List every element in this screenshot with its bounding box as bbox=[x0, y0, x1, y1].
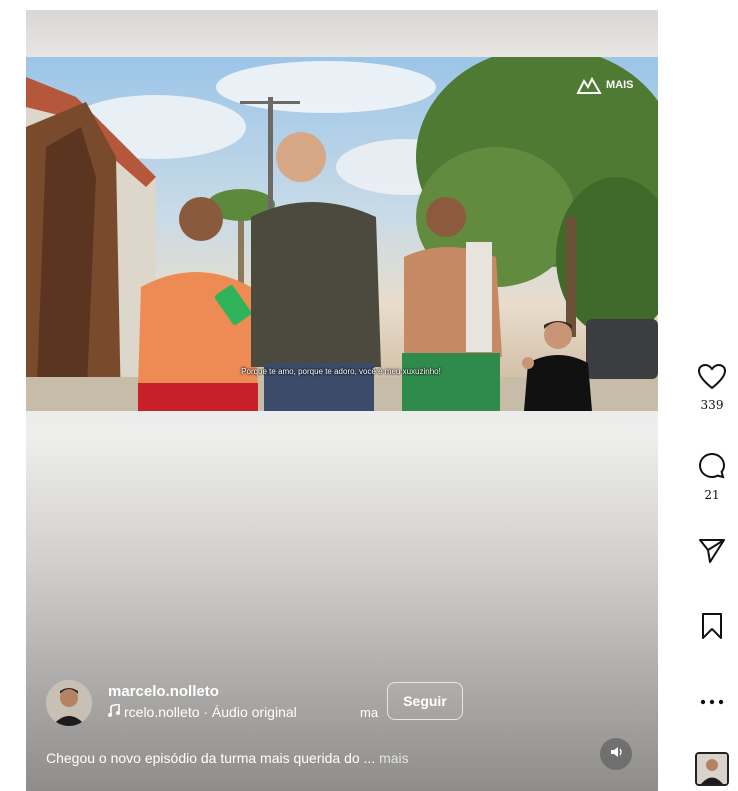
author-username[interactable]: marcelo.nolleto bbox=[108, 683, 219, 700]
logo-text: MAIS bbox=[606, 79, 634, 91]
reel-container[interactable]: MAIS Porque te amo, porque te adoro, voc… bbox=[26, 10, 658, 791]
caption-text: Chegou o novo episódio da turma mais que… bbox=[46, 750, 376, 766]
music-note-icon bbox=[108, 702, 120, 720]
channel-logo: MAIS bbox=[576, 71, 640, 97]
follow-button[interactable]: Seguir bbox=[387, 682, 463, 720]
audio-label: rcelo.nolleto · Áudio original bbox=[124, 704, 297, 720]
audio-thumbnail[interactable] bbox=[695, 752, 729, 786]
comment-icon[interactable] bbox=[698, 452, 726, 485]
sign-language-interpreter bbox=[516, 315, 598, 411]
caption[interactable]: Chegou o novo episódio da turma mais que… bbox=[46, 750, 409, 766]
audio-info[interactable]: rcelo.nolleto · Áudio original bbox=[108, 702, 297, 720]
like-action[interactable]: 339 bbox=[686, 363, 738, 412]
video-subtitle: Porque te amo, porque te adoro, você é m… bbox=[241, 367, 441, 376]
send-icon[interactable] bbox=[698, 538, 726, 569]
caption-more-link[interactable]: mais bbox=[379, 750, 409, 766]
comments-count: 21 bbox=[704, 488, 720, 502]
audio-overflow-text: ma bbox=[360, 705, 379, 720]
heart-icon[interactable] bbox=[697, 363, 727, 395]
more-icon[interactable] bbox=[700, 692, 724, 710]
comment-action[interactable]: 21 bbox=[686, 452, 738, 502]
save-action[interactable] bbox=[686, 612, 738, 645]
likes-count: 339 bbox=[700, 398, 724, 412]
video-frame[interactable]: MAIS Porque te amo, porque te adoro, voc… bbox=[26, 57, 658, 411]
more-action[interactable] bbox=[686, 692, 738, 710]
share-action[interactable] bbox=[686, 538, 738, 569]
mute-button[interactable] bbox=[600, 738, 632, 770]
bookmark-icon[interactable] bbox=[700, 612, 724, 645]
author-row: marcelo.nolleto rcelo.nolleto · Áudio or… bbox=[46, 680, 646, 730]
speaker-icon bbox=[609, 745, 623, 764]
author-avatar[interactable] bbox=[46, 680, 92, 726]
